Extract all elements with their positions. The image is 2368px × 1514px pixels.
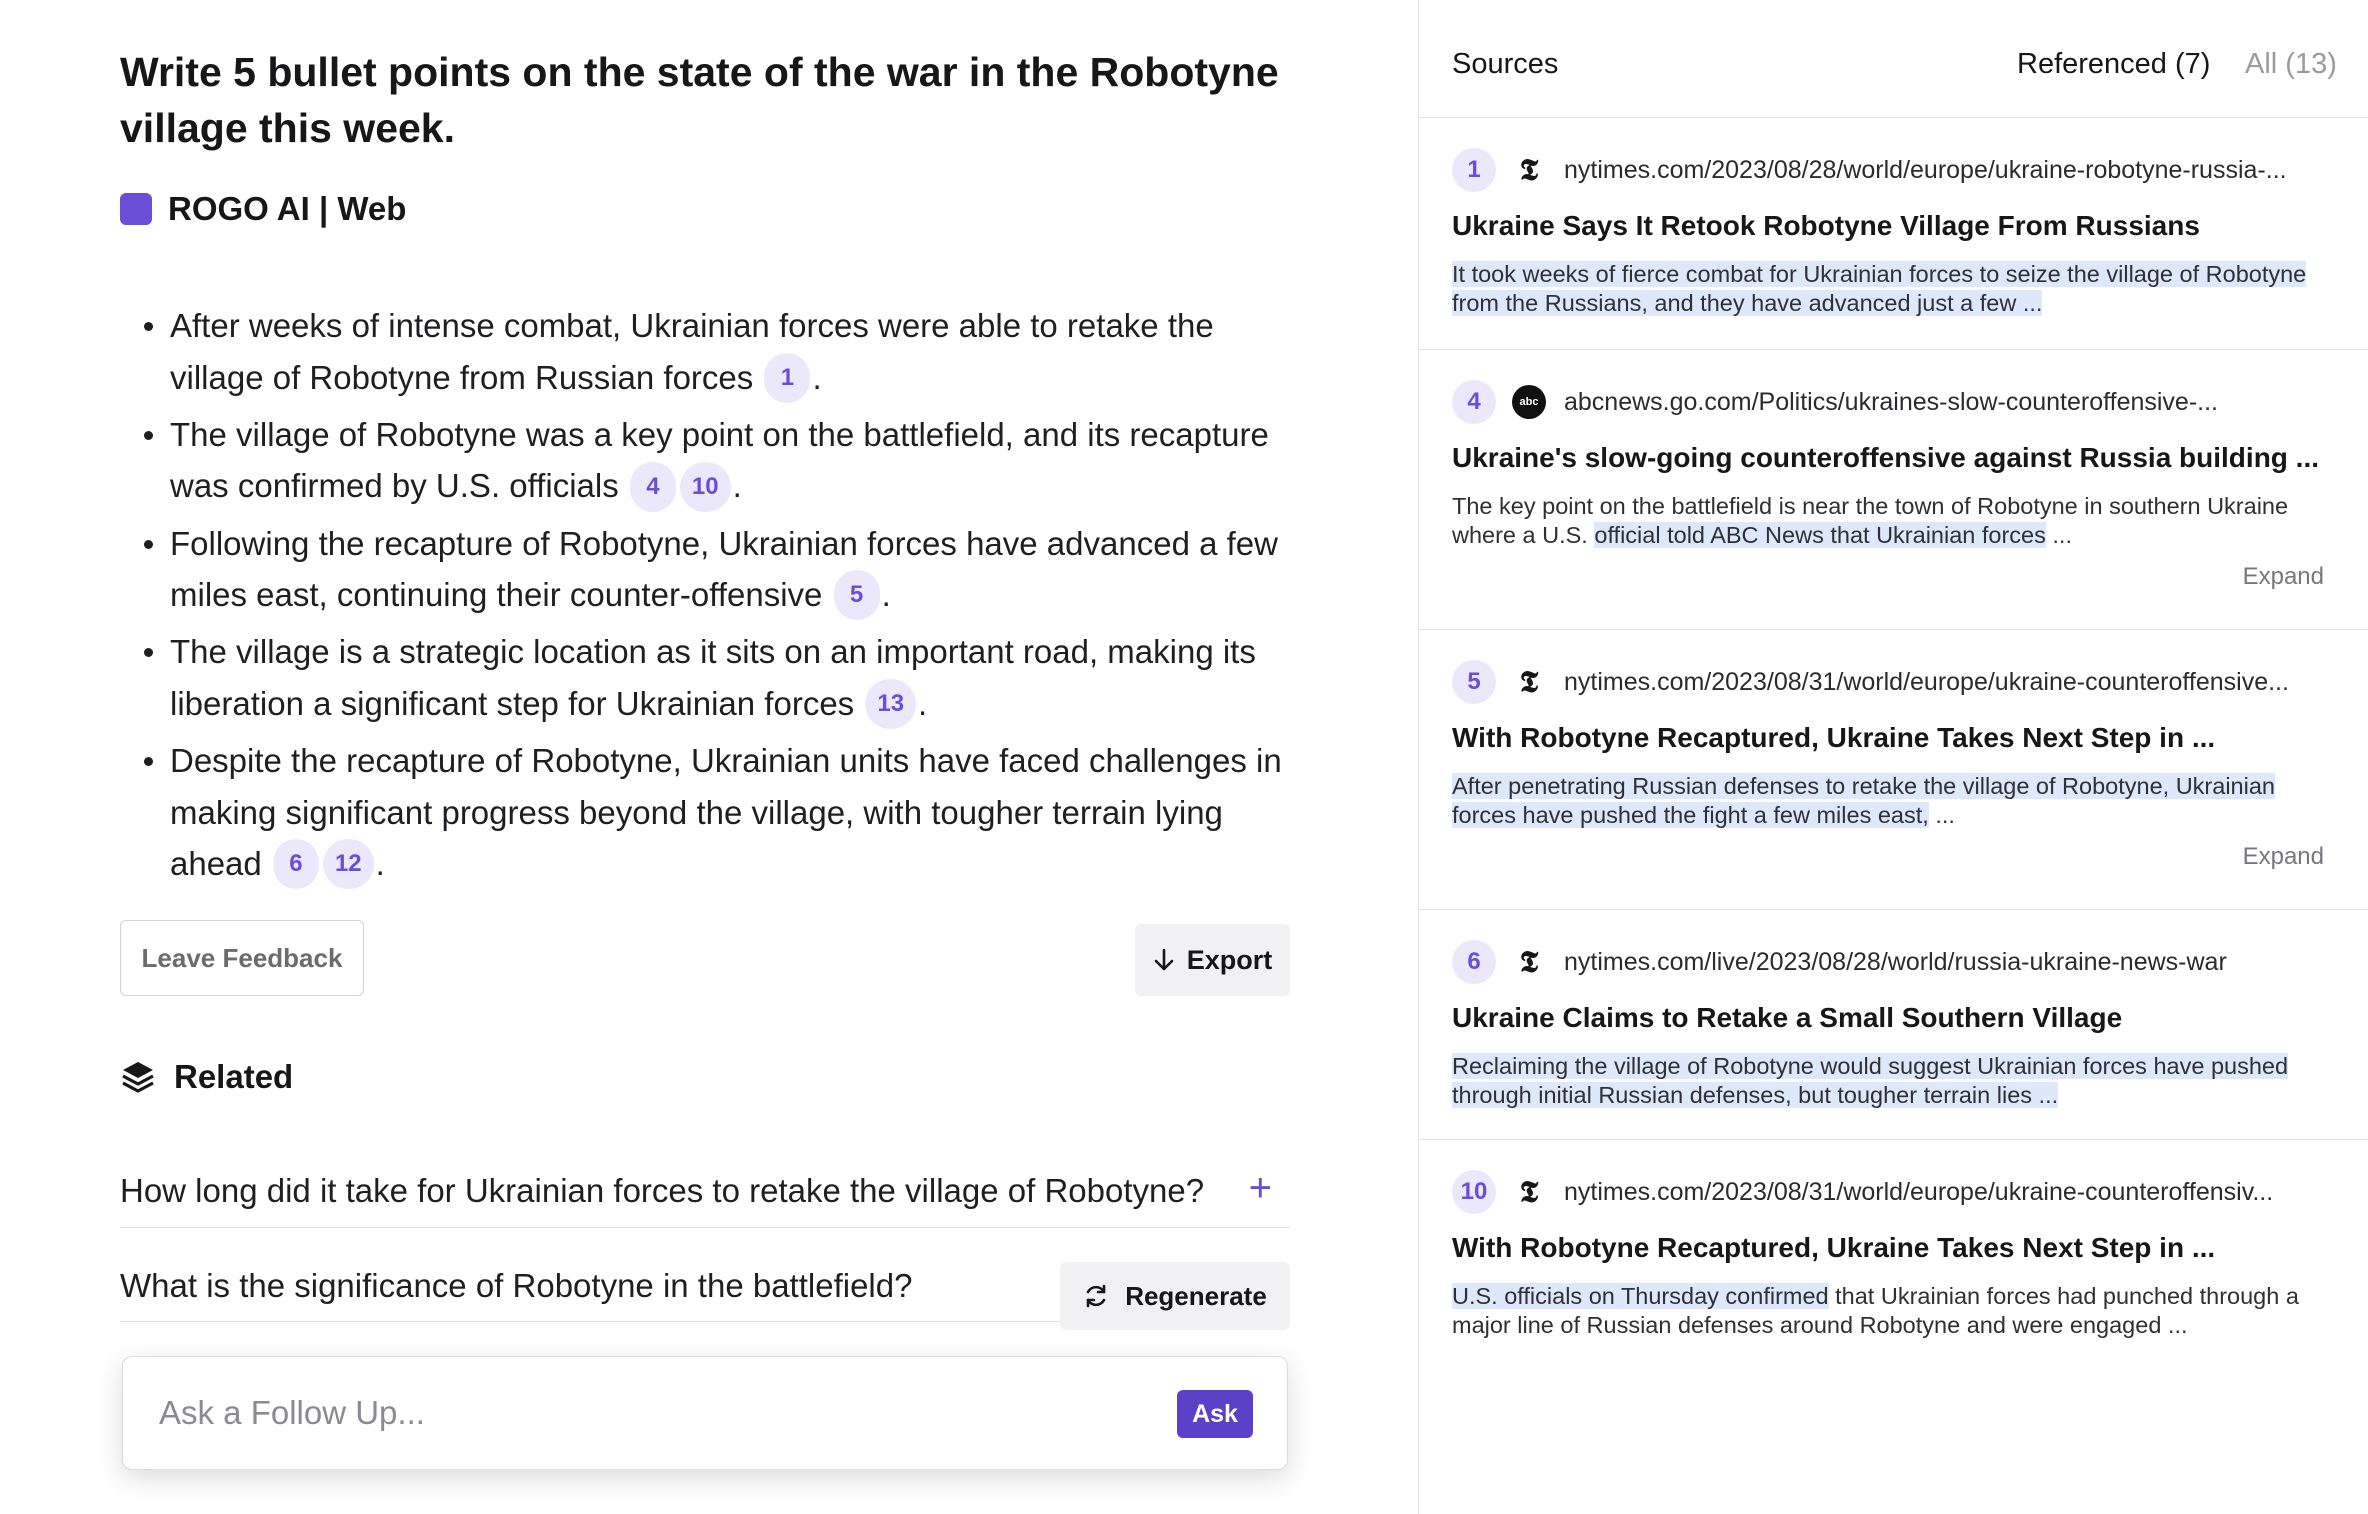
source-number: 5	[1452, 660, 1496, 704]
source-snippet: The key point on the battlefield is near…	[1452, 492, 2332, 549]
nyt-logo-icon: 𝕿	[1519, 944, 1539, 980]
source-title[interactable]: Ukraine Claims to Retake a Small Souther…	[1452, 1002, 2342, 1034]
follow-up-box: Ask	[122, 1356, 1288, 1470]
nyt-logo-icon: 𝕿	[1519, 152, 1539, 188]
related-question-text: What is the significance of Robotyne in …	[120, 1266, 913, 1304]
related-title: Related	[174, 1058, 294, 1095]
sources-header: Sources Referenced (7) All (13)	[1419, 0, 2368, 118]
source-number: 10	[1452, 1170, 1496, 1214]
source-url[interactable]: nytimes.com/2023/08/31/world/europe/ukra…	[1564, 1178, 2273, 1207]
nyt-logo-icon: 𝕿	[1519, 664, 1539, 700]
sources-panel: Sources Referenced (7) All (13) 1 𝕿 nyti…	[1418, 0, 2368, 1514]
answer-bullet: Following the recapture of Robotyne, Ukr…	[144, 518, 1300, 623]
tab-referenced[interactable]: Referenced (7)	[2017, 48, 2210, 81]
citation-chip[interactable]: 10	[679, 461, 731, 512]
snippet-text: ...	[1928, 801, 1955, 828]
source-title[interactable]: Ukraine Says It Retook Robotyne Village …	[1452, 210, 2342, 242]
source-snippet: Reclaiming the village of Robotyne would…	[1452, 1052, 2332, 1109]
related-question-text: How long did it take for Ukrainian force…	[120, 1171, 1205, 1209]
answer-bullet-list: After weeks of intense combat, Ukrainian…	[144, 300, 1300, 895]
source-meta: 4 abc abcnews.go.com/Politics/ukraines-s…	[1452, 380, 2218, 424]
arrow-down-icon	[1154, 948, 1174, 971]
source-title[interactable]: With Robotyne Recaptured, Ukraine Takes …	[1452, 722, 2342, 754]
related-header: Related	[120, 1058, 293, 1096]
source-meta: 6 𝕿 nytimes.com/live/2023/08/28/world/ru…	[1452, 940, 2227, 984]
source-url[interactable]: nytimes.com/2023/08/28/world/europe/ukra…	[1564, 156, 2287, 185]
related-question[interactable]: How long did it take for Ukrainian force…	[120, 1154, 1290, 1228]
nyt-logo-icon: 𝕿	[1519, 1174, 1539, 1210]
source-url[interactable]: abcnews.go.com/Politics/ukraines-slow-co…	[1564, 388, 2218, 417]
bullet-text: The village is a strategic location as i…	[170, 633, 1256, 722]
regenerate-button[interactable]: Regenerate	[1060, 1262, 1290, 1330]
snippet-highlight: U.S. officials on Thursday confirmed	[1452, 1283, 1829, 1309]
plus-icon[interactable]: +	[1249, 1166, 1272, 1211]
question-title: Write 5 bullet points on the state of th…	[120, 49, 1279, 151]
snippet-highlight: After penetrating Russian defenses to re…	[1452, 773, 2275, 828]
abc-logo-icon: abc	[1512, 385, 1546, 419]
source-card[interactable]: 10 𝕿 nytimes.com/2023/08/31/world/europe…	[1419, 1140, 2368, 1440]
tab-all[interactable]: All (13)	[2245, 48, 2337, 81]
source-card[interactable]: 1 𝕿 nytimes.com/2023/08/28/world/europe/…	[1419, 118, 2368, 350]
source-title[interactable]: With Robotyne Recaptured, Ukraine Takes …	[1452, 1232, 2342, 1264]
expand-button[interactable]: Expand	[2243, 563, 2324, 591]
citation-chip[interactable]: 13	[865, 679, 917, 730]
snippet-highlight: Reclaiming the village of Robotyne would…	[1452, 1053, 2289, 1108]
source-title[interactable]: Ukraine's slow-going counteroffensive ag…	[1452, 442, 2342, 474]
source-snippet: It took weeks of fierce combat for Ukrai…	[1452, 260, 2332, 317]
source-number: 1	[1452, 148, 1496, 192]
source-card[interactable]: 6 𝕿 nytimes.com/live/2023/08/28/world/ru…	[1419, 910, 2368, 1140]
answer-bullet: After weeks of intense combat, Ukrainian…	[144, 300, 1300, 405]
follow-up-input[interactable]	[159, 1387, 1139, 1439]
answer-panel: Write 5 bullet points on the state of th…	[0, 0, 1418, 1514]
citation-chip[interactable]: 6	[272, 839, 319, 890]
sources-title: Sources	[1452, 48, 1559, 80]
source-snippet: After penetrating Russian defenses to re…	[1452, 772, 2332, 829]
answer-bullet: Despite the recapture of Robotyne, Ukrai…	[144, 735, 1300, 891]
export-label: Export	[1186, 944, 1273, 975]
source-meta: 1 𝕿 nytimes.com/2023/08/28/world/europe/…	[1452, 148, 2287, 192]
snippet-text: ...	[2045, 521, 2072, 548]
source-snippet: U.S. officials on Thursday confirmed tha…	[1452, 1282, 2332, 1339]
source-url[interactable]: nytimes.com/live/2023/08/28/world/russia…	[1564, 948, 2227, 977]
citation-chip[interactable]: 4	[629, 461, 676, 512]
source-number: 4	[1452, 380, 1496, 424]
bullet-text: Following the recapture of Robotyne, Ukr…	[170, 524, 1278, 614]
source-card[interactable]: 5 𝕿 nytimes.com/2023/08/31/world/europe/…	[1419, 630, 2368, 910]
leave-feedback-button[interactable]: Leave Feedback	[120, 920, 364, 996]
layers-icon	[122, 1062, 154, 1093]
ask-button[interactable]: Ask	[1177, 1390, 1253, 1438]
source-url[interactable]: nytimes.com/2023/08/31/world/europe/ukra…	[1564, 668, 2289, 697]
answer-bullet: The village of Robotyne was a key point …	[144, 409, 1300, 514]
source-meta: 10 𝕿 nytimes.com/2023/08/31/world/europe…	[1452, 1170, 2273, 1214]
regenerate-label: Regenerate	[1125, 1280, 1267, 1311]
source-meta: 5 𝕿 nytimes.com/2023/08/31/world/europe/…	[1452, 660, 2289, 704]
citation-chip[interactable]: 5	[833, 570, 880, 621]
engine-label-row: ROGO AI | Web	[120, 190, 406, 228]
snippet-highlight: official told ABC News that Ukrainian fo…	[1594, 521, 2046, 548]
expand-button[interactable]: Expand	[2243, 843, 2324, 871]
snippet-highlight: It took weeks of fierce combat for Ukrai…	[1452, 261, 2307, 316]
source-card[interactable]: 4 abc abcnews.go.com/Politics/ukraines-s…	[1419, 350, 2368, 630]
answer-bullet: The village is a strategic location as i…	[144, 626, 1300, 731]
citation-chip[interactable]: 1	[764, 352, 811, 403]
refresh-icon	[1086, 1284, 1106, 1308]
bullet-text: After weeks of intense combat, Ukrainian…	[170, 307, 1214, 396]
engine-color-square-icon	[120, 193, 152, 225]
engine-label: ROGO AI | Web	[168, 190, 407, 227]
source-number: 6	[1452, 940, 1496, 984]
citation-chip[interactable]: 12	[322, 839, 374, 890]
export-button[interactable]: Export	[1135, 924, 1290, 996]
